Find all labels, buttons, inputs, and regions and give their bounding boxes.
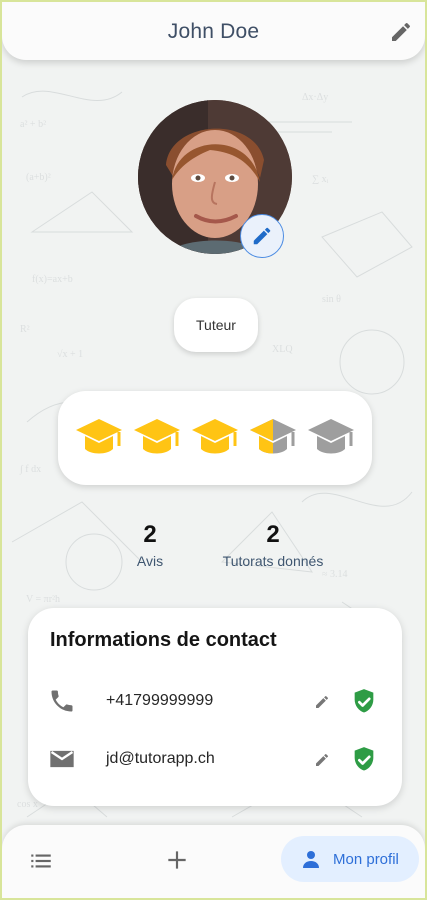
svg-text:(a+b)²: (a+b)² <box>26 172 51 183</box>
svg-text:Δx·Δy: Δx·Δy <box>302 92 328 103</box>
rating-card <box>58 391 372 485</box>
contact-card-title: Informations de contact <box>50 629 277 651</box>
email-icon <box>50 750 74 768</box>
verified-shield-icon <box>354 747 374 771</box>
reviews-count: 2 <box>143 521 157 548</box>
graduation-cap-half-icon <box>250 419 296 454</box>
contact-info-card: Informations de contact +41799999999 jd@… <box>28 608 402 806</box>
tutoring-label: Tutorats donnés <box>222 553 324 569</box>
verified-shield-icon <box>354 689 374 713</box>
svg-text:f(x)=ax+b: f(x)=ax+b <box>32 274 73 285</box>
svg-text:∫ f dx: ∫ f dx <box>19 464 41 475</box>
role-badge: Tuteur <box>174 298 258 352</box>
svg-text:∑ xᵢ: ∑ xᵢ <box>312 174 329 185</box>
add-icon[interactable] <box>164 847 190 873</box>
svg-text:XLQ: XLQ <box>272 344 293 355</box>
phone-icon <box>51 690 73 712</box>
pencil-icon <box>253 227 271 245</box>
profile-name-title: John Doe <box>167 20 260 43</box>
pencil-icon[interactable] <box>314 752 330 768</box>
tutoring-stat: 2 Tutorats donnés <box>214 521 332 569</box>
svg-text:√x + 1: √x + 1 <box>57 349 83 360</box>
profile-nav-label: Mon profil <box>333 851 399 868</box>
svg-text:R²: R² <box>20 324 30 335</box>
graduation-cap-icon <box>76 419 122 454</box>
reviews-stat: 2 Avis <box>128 521 172 569</box>
bottom-navigation: Mon profil <box>2 825 425 898</box>
email-address: jd@tutorapp.ch <box>106 750 215 767</box>
pencil-icon[interactable] <box>314 694 330 710</box>
app-frame: a² + b² Δx·Δy (a+b)² ∑ xᵢ f(x)=ax+b sin … <box>2 2 425 898</box>
graduation-cap-icon <box>308 419 354 454</box>
svg-text:cos x: cos x <box>17 799 38 810</box>
graduation-cap-icon <box>134 419 180 454</box>
tutoring-count: 2 <box>266 521 280 548</box>
phone-row: +41799999999 <box>48 686 388 716</box>
reviews-label: Avis <box>136 553 164 569</box>
phone-number: +41799999999 <box>106 692 214 709</box>
profile-stats: 2 Avis 2 Tutorats donnés <box>2 521 425 581</box>
email-row: jd@tutorapp.ch <box>48 744 388 774</box>
list-icon[interactable] <box>28 848 54 874</box>
svg-text:a² + b²: a² + b² <box>20 119 46 130</box>
pencil-icon[interactable] <box>389 20 413 44</box>
person-icon <box>303 851 319 868</box>
graduation-cap-icon <box>192 419 238 454</box>
svg-text:sin θ: sin θ <box>322 294 341 305</box>
profile-nav-button[interactable]: Mon profil <box>281 836 419 882</box>
app-header: John Doe <box>2 2 425 60</box>
avatar-edit-button[interactable] <box>240 214 284 258</box>
svg-text:V = πr²h: V = πr²h <box>26 594 60 605</box>
profile-avatar-section <box>138 100 292 258</box>
